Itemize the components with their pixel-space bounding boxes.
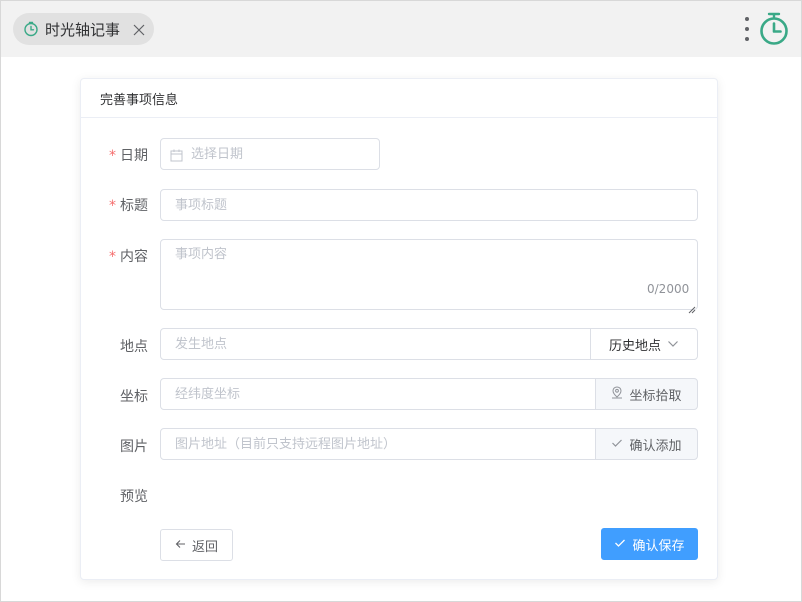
history-location-label: 历史地点 [608,338,661,354]
clock-logo-icon [757,11,791,47]
location-label: 地点 [120,339,148,355]
content-counter: 0/2000 [647,282,690,296]
top-bar: 时光轴记事 [1,1,801,57]
calendar-icon [170,147,183,162]
clock-icon [23,21,39,37]
location-input[interactable] [160,328,591,360]
required-mark: * [109,249,116,265]
card-title: 完善事项信息 [81,79,717,118]
image-url-input[interactable] [160,428,596,460]
check-icon [614,537,626,552]
required-mark: * [109,198,116,214]
pick-coordinate-button[interactable]: 坐标拾取 [595,378,698,410]
coordinate-label: 坐标 [120,389,148,405]
back-label: 返回 [191,539,218,555]
date-input[interactable] [160,138,380,170]
required-mark: * [109,148,116,164]
more-vertical-icon[interactable] [743,17,751,41]
image-label: 图片 [120,439,148,455]
coordinate-input[interactable] [160,378,596,410]
confirm-add-label: 确认添加 [629,438,682,454]
preview-label: 预览 [120,489,148,505]
content-label: * 内容 [109,249,148,265]
history-location-select[interactable]: 历史地点 [590,328,698,360]
date-label: * 日期 [109,148,148,164]
map-pin-icon [611,385,623,403]
pick-coordinate-label: 坐标拾取 [629,388,682,404]
title-input[interactable] [160,189,698,221]
title-label: * 标题 [109,198,148,214]
back-button[interactable]: 返回 [160,529,233,561]
content-textarea[interactable] [160,239,698,310]
close-icon[interactable] [132,22,146,36]
chevron-down-icon [667,337,679,352]
arrow-left-icon [175,538,186,553]
confirm-save-button[interactable]: 确认保存 [601,528,698,560]
confirm-save-label: 确认保存 [632,538,685,554]
tab-timeline-notes[interactable]: 时光轴记事 [13,13,154,45]
resize-handle-icon[interactable] [688,299,696,314]
tab-label: 时光轴记事 [45,20,121,39]
confirm-add-image-button[interactable]: 确认添加 [595,428,698,460]
check-icon [611,437,623,452]
